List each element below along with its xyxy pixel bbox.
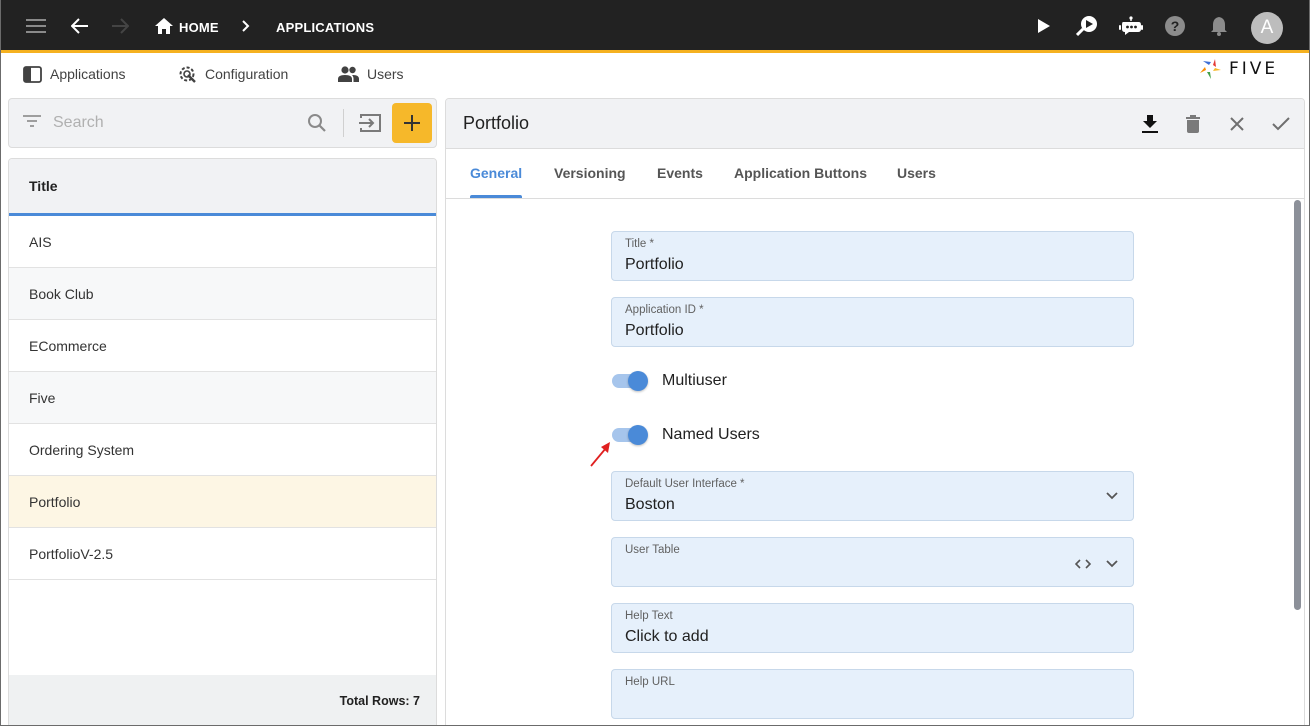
search-bar	[8, 98, 437, 148]
tab-versioning[interactable]: Versioning	[554, 165, 626, 181]
named-users-toggle[interactable]	[612, 423, 650, 447]
import-icon[interactable]	[358, 113, 382, 138]
breadcrumb-applications[interactable]: APPLICATIONS	[276, 20, 374, 35]
svg-text:?: ?	[1171, 18, 1180, 34]
help-url-field[interactable]: Help URL	[611, 669, 1134, 719]
panel-icon	[23, 65, 42, 83]
default-user-interface-label: Default User Interface *	[625, 478, 745, 490]
tab-application-buttons[interactable]: Application Buttons	[734, 165, 867, 181]
delete-icon[interactable]	[1181, 112, 1205, 136]
list-item[interactable]: Book Club	[9, 268, 436, 320]
top-bar: HOME APPLICATIONS ? A	[1, 0, 1309, 53]
tab-events[interactable]: Events	[657, 165, 703, 181]
bell-icon[interactable]	[1207, 14, 1231, 38]
nav-users-label: Users	[367, 66, 404, 82]
divider	[343, 109, 344, 137]
title-field[interactable]: Title * Portfolio	[611, 231, 1134, 281]
toggle-knob	[628, 425, 648, 445]
list-item-selected[interactable]: Portfolio	[9, 476, 436, 528]
nav-configuration[interactable]: Configuration	[177, 62, 288, 86]
multiuser-label: Multiuser	[662, 372, 727, 389]
application-id-value: Portfolio	[625, 322, 684, 339]
search-play-icon[interactable]	[1075, 14, 1099, 38]
title-field-label: Title *	[625, 238, 654, 250]
multiuser-toggle[interactable]	[612, 369, 650, 393]
title-field-value: Portfolio	[625, 256, 684, 273]
nav-applications[interactable]: Applications	[23, 62, 126, 86]
named-users-label: Named Users	[662, 426, 760, 443]
user-table-select[interactable]: User Table	[611, 537, 1134, 587]
nav-applications-label: Applications	[50, 66, 126, 82]
help-text-label: Help Text	[625, 610, 673, 622]
five-star-icon	[1200, 59, 1221, 79]
users-icon	[338, 66, 359, 82]
avatar[interactable]: A	[1251, 12, 1283, 44]
form-title: Portfolio	[463, 113, 530, 133]
application-id-field[interactable]: Application ID * Portfolio	[611, 297, 1134, 347]
help-url-label: Help URL	[625, 676, 675, 688]
robot-chat-icon[interactable]	[1119, 14, 1143, 38]
list-item[interactable]: ECommerce	[9, 320, 436, 372]
chevron-down-icon[interactable]	[1102, 486, 1122, 506]
close-icon[interactable]	[1225, 112, 1249, 136]
filter-icon[interactable]	[23, 114, 41, 133]
tab-general[interactable]: General	[470, 165, 522, 181]
annotation-arrow-icon	[590, 442, 610, 467]
toggle-knob	[628, 371, 648, 391]
check-icon[interactable]	[1269, 112, 1293, 136]
list-item[interactable]: Ordering System	[9, 424, 436, 476]
active-tab-indicator	[470, 195, 522, 198]
secondary-nav: Applications Configuration Users	[1, 56, 1309, 92]
total-rows: Total Rows: 7	[9, 675, 436, 725]
help-text-value: Click to add	[625, 628, 709, 645]
list-item[interactable]: Five	[9, 372, 436, 424]
arrow-right-icon[interactable]	[108, 14, 132, 38]
chevron-down-icon[interactable]	[1102, 554, 1122, 574]
application-form: Portfolio General Versioning Events Appl…	[445, 98, 1305, 725]
form-header: Portfolio	[446, 99, 1304, 149]
chevron-right-icon	[234, 14, 258, 38]
help-text-field[interactable]: Help Text Click to add	[611, 603, 1134, 653]
form-tabs: General Versioning Events Application Bu…	[446, 149, 1304, 199]
nav-users[interactable]: Users	[338, 62, 404, 86]
code-icon[interactable]	[1073, 554, 1093, 574]
search-input[interactable]	[53, 111, 293, 135]
hamburger-menu-icon[interactable]	[24, 14, 48, 38]
column-header-title[interactable]: Title	[9, 159, 436, 216]
add-button[interactable]	[392, 103, 432, 143]
play-icon[interactable]	[1032, 14, 1056, 38]
form-scrollbar[interactable]	[1294, 200, 1301, 610]
list-item[interactable]: PortfolioV-2.5	[9, 528, 436, 580]
list-item[interactable]: AIS	[9, 216, 436, 268]
download-icon[interactable]	[1138, 112, 1162, 136]
default-user-interface-value: Boston	[625, 496, 675, 513]
gear-wrench-icon	[179, 66, 196, 83]
app-window: HOME APPLICATIONS ? A Applications Confi…	[0, 0, 1310, 726]
breadcrumb-home[interactable]: HOME	[179, 20, 219, 35]
arrow-left-icon[interactable]	[68, 14, 92, 38]
nav-configuration-label: Configuration	[205, 66, 289, 82]
user-table-label: User Table	[625, 544, 680, 556]
search-icon[interactable]	[307, 113, 327, 138]
plus-icon	[404, 115, 420, 131]
tab-users[interactable]: Users	[897, 165, 936, 181]
home-icon[interactable]	[152, 14, 176, 38]
applications-list: Title AIS Book Club ECommerce Five Order…	[8, 158, 437, 725]
help-circle-icon[interactable]: ?	[1163, 14, 1187, 38]
application-id-label: Application ID *	[625, 304, 704, 316]
five-logo-text: FIVE	[1229, 59, 1279, 79]
five-logo: FIVE	[1199, 58, 1278, 80]
default-user-interface-select[interactable]: Default User Interface * Boston	[611, 471, 1134, 521]
